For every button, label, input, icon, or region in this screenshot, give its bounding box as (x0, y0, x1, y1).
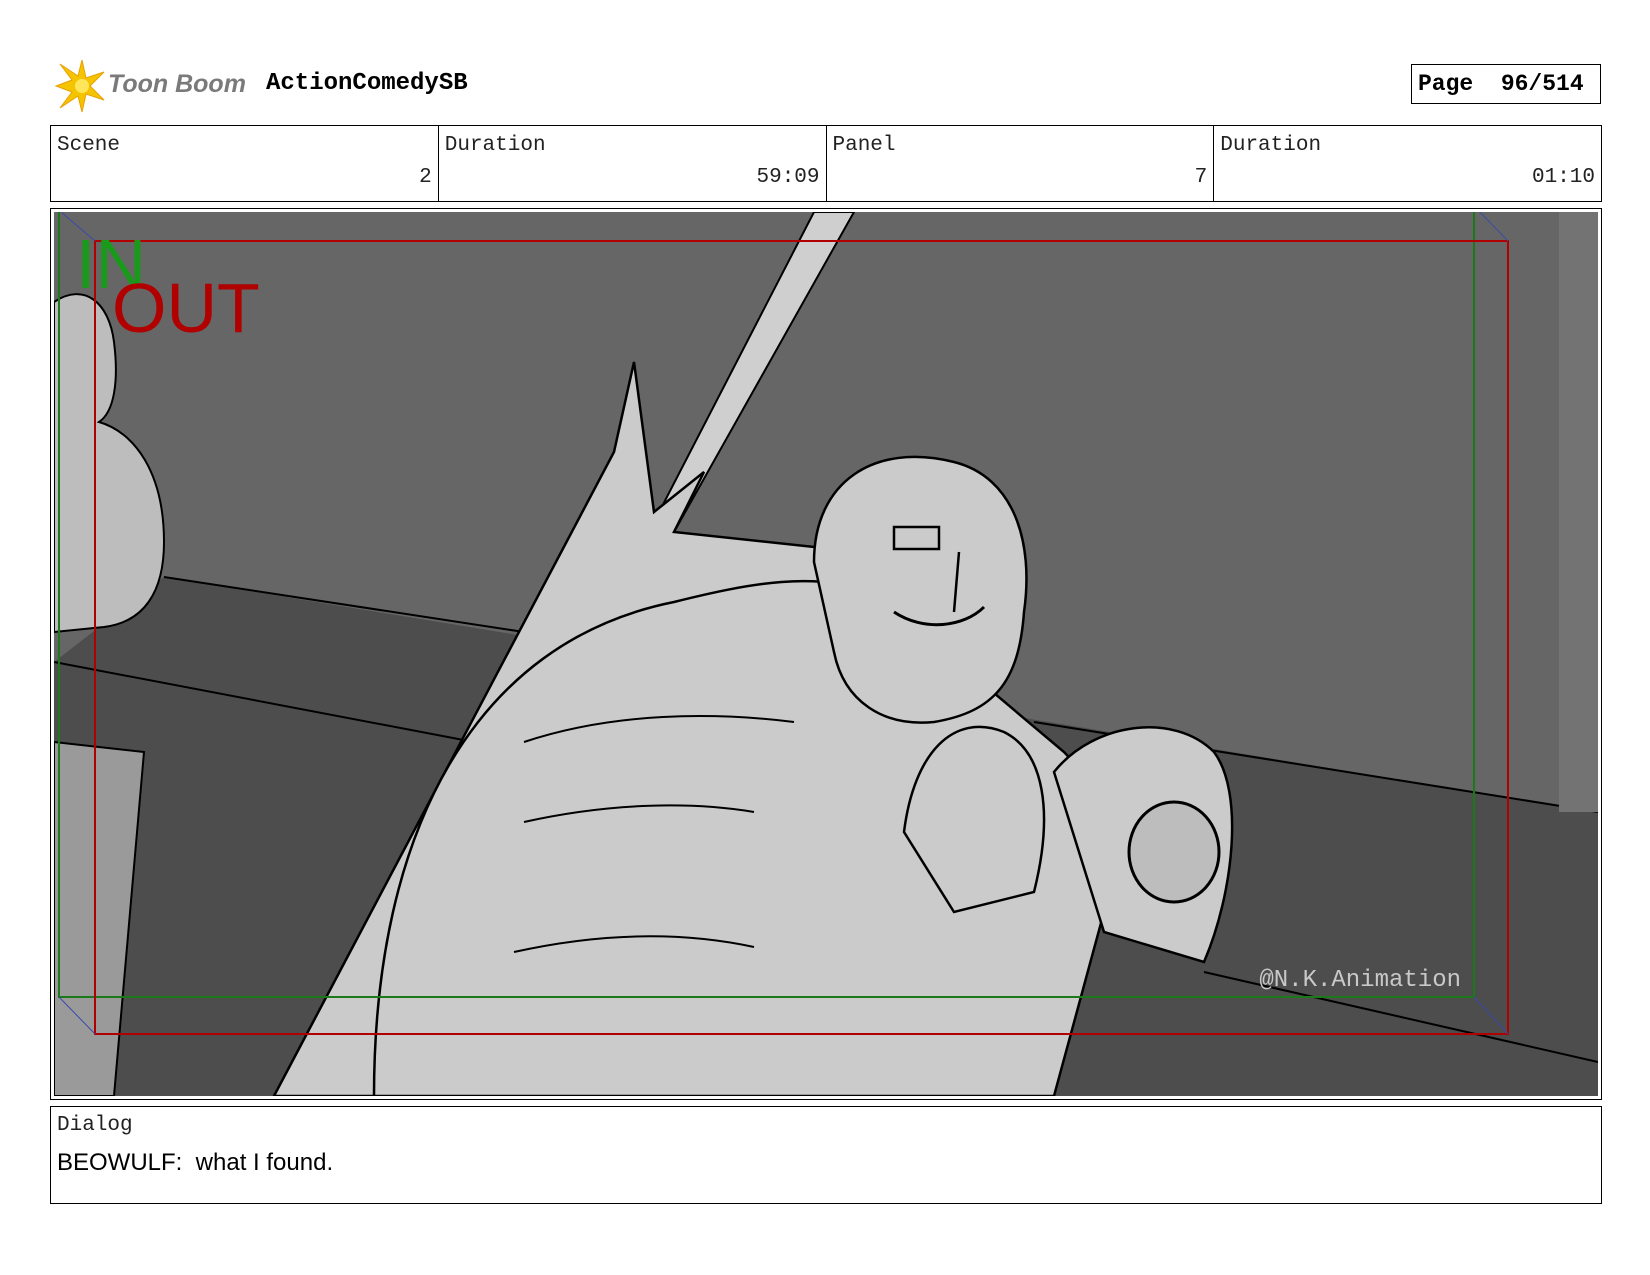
logo-text: Toon Boom (108, 70, 246, 98)
dialog-box: Dialog BEOWULF: what I found. (50, 1106, 1602, 1204)
panel-duration-label: Duration (1220, 134, 1322, 157)
character-head (812, 455, 1028, 724)
panel-info-table: Scene 2 Duration 59:09 Panel 7 Duration … (50, 125, 1602, 202)
panel-duration-cell: Duration 01:10 (1214, 126, 1601, 201)
page-indicator: Page 96/514 (1411, 64, 1601, 104)
page-label: Page (1418, 71, 1474, 97)
scene-duration-cell: Duration 59:09 (439, 126, 827, 201)
scene-cell: Scene 2 (51, 126, 439, 201)
dialog-text: BEOWULF: what I found. (57, 1149, 334, 1176)
dialog-label: Dialog (57, 1114, 133, 1137)
panel-label: Panel (832, 134, 896, 157)
page-number: 96/514 (1500, 71, 1584, 97)
star-burst-icon (54, 59, 105, 113)
project-name: ActionComedySB (266, 70, 468, 97)
scene-duration-value: 59:09 (756, 166, 820, 189)
panel-cell: Panel 7 (827, 126, 1215, 201)
scene-label: Scene (57, 134, 121, 157)
panel-value: 7 (1194, 166, 1208, 189)
burger-sketch (1127, 800, 1221, 904)
toon-boom-logo: Toon Boom (52, 58, 252, 114)
scene-duration-label: Duration (444, 134, 546, 157)
out-label: OUT (112, 269, 260, 347)
panel-duration-value: 01:10 (1531, 166, 1595, 189)
storyboard-panel-image: IN OUT @N.K.Animation (54, 212, 1598, 1096)
scene-value: 2 (419, 166, 432, 189)
watermark: @N.K.Animation (1259, 967, 1461, 994)
storyboard-sketch: IN OUT @N.K.Animation (54, 212, 1598, 1096)
